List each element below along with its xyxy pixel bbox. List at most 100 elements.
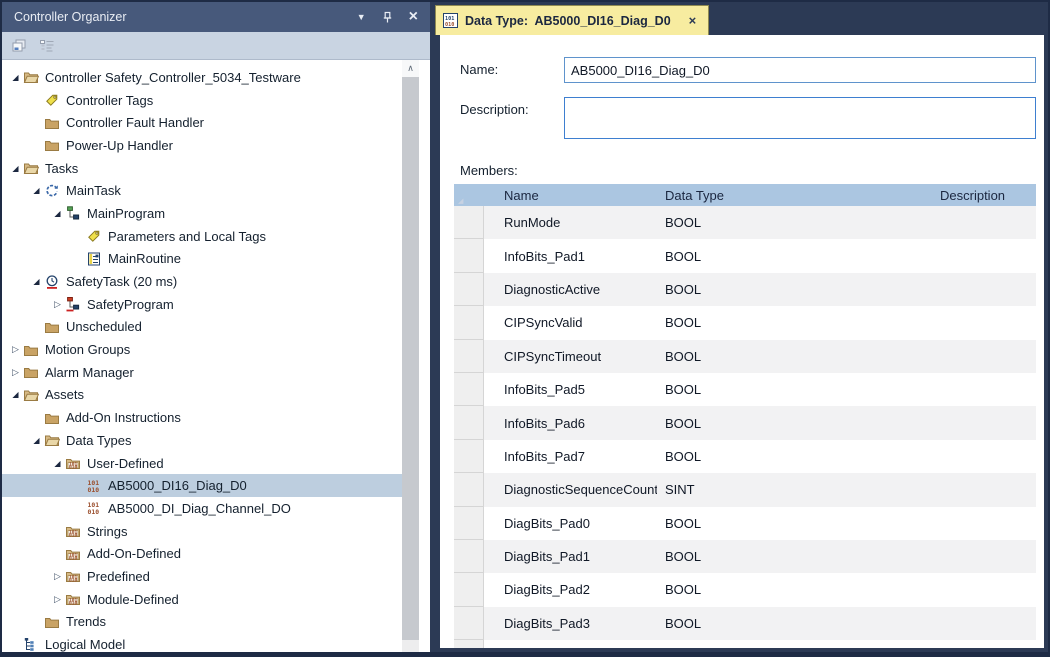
tree-item[interactable]: Controller Tags <box>2 89 402 112</box>
member-name-cell[interactable]: CIPSyncTimeout <box>484 349 657 364</box>
tree-expander-icon[interactable]: ▷ <box>8 344 23 355</box>
tree-item[interactable]: ▷101010Module-Defined <box>2 588 402 611</box>
row-selector-cell[interactable] <box>454 473 484 506</box>
tree-item[interactable]: ▷Motion Groups <box>2 338 402 361</box>
row-selector-cell[interactable] <box>454 206 484 239</box>
column-header-description[interactable]: Description <box>932 188 1036 203</box>
tree-expander-icon[interactable]: ◢ <box>50 459 65 468</box>
row-selector-cell[interactable] <box>454 406 484 439</box>
tree-item[interactable]: Trends <box>2 611 402 634</box>
window-menu-caret-icon[interactable]: ▼ <box>357 12 366 22</box>
member-row[interactable]: RunModeBOOL <box>454 206 1036 239</box>
row-selector-cell[interactable] <box>454 239 484 272</box>
member-name-cell[interactable]: DiagnosticActive <box>484 282 657 297</box>
tree-item[interactable]: Logical Model <box>2 633 402 652</box>
tree-item[interactable]: Unscheduled <box>2 316 402 339</box>
member-name-cell[interactable]: DiagBits_Pad0 <box>484 516 657 531</box>
member-name-cell[interactable]: DiagnosticSequenceCount <box>484 482 657 497</box>
member-name-cell[interactable]: InfoBits_Pad6 <box>484 416 657 431</box>
member-name-cell[interactable]: InfoBits_Pad7 <box>484 449 657 464</box>
member-datatype-cell[interactable]: BOOL <box>657 616 932 631</box>
tree-expander-icon[interactable]: ◢ <box>8 164 23 173</box>
tree-expander-icon[interactable]: ◢ <box>29 436 44 445</box>
tree-item[interactable]: 101010AB5000_DI_Diag_Channel_DO <box>2 497 402 520</box>
tree-expander-icon[interactable]: ▷ <box>50 299 65 310</box>
tree-item[interactable]: Power-Up Handler <box>2 134 402 157</box>
member-name-cell[interactable]: RunMode <box>484 215 657 230</box>
member-datatype-cell[interactable]: BOOL <box>657 382 932 397</box>
tree-item[interactable]: Add-On Instructions <box>2 406 402 429</box>
tree-scrollbar[interactable]: ∧ <box>402 60 419 652</box>
tree-item[interactable]: ◢MainTask <box>2 179 402 202</box>
row-selector-cell[interactable] <box>454 340 484 373</box>
member-datatype-cell[interactable]: BOOL <box>657 516 932 531</box>
column-header-datatype[interactable]: Data Type <box>657 188 932 203</box>
member-row[interactable]: InfoBits_Pad5BOOL <box>454 373 1036 406</box>
tree-item[interactable]: ◢Controller Safety_Controller_5034_Testw… <box>2 66 402 89</box>
tree-item[interactable]: MainRoutine <box>2 248 402 271</box>
tree-item[interactable]: ◢MainProgram <box>2 202 402 225</box>
tree-item[interactable]: ◢Data Types <box>2 429 402 452</box>
member-row[interactable]: DiagnosticSequenceCountSINT <box>454 473 1036 506</box>
tree-item[interactable]: ◢101010User-Defined <box>2 452 402 475</box>
row-selector-cell[interactable] <box>454 306 484 339</box>
tree-expander-icon[interactable]: ◢ <box>50 209 65 218</box>
member-datatype-cell[interactable]: BOOL <box>657 549 932 564</box>
member-datatype-cell[interactable]: BOOL <box>657 215 932 230</box>
member-datatype-cell[interactable]: BOOL <box>657 315 932 330</box>
row-selector-cell[interactable] <box>454 540 484 573</box>
member-name-cell[interactable]: CIPSyncValid <box>484 315 657 330</box>
tree-expander-icon[interactable]: ▷ <box>50 594 65 605</box>
scroll-up-icon[interactable]: ∧ <box>402 60 419 77</box>
tree-item[interactable]: ◢Assets <box>2 384 402 407</box>
member-row[interactable]: CIPSyncTimeoutBOOL <box>454 340 1036 373</box>
member-datatype-cell[interactable]: BOOL <box>657 416 932 431</box>
row-selector-cell[interactable] <box>454 607 484 640</box>
tree-expander-icon[interactable]: ◢ <box>29 277 44 286</box>
tree-item[interactable]: ▷SafetyProgram <box>2 293 402 316</box>
tree-item[interactable]: 101010Strings <box>2 520 402 543</box>
tree-expander-icon[interactable]: ◢ <box>8 73 23 82</box>
member-row[interactable]: InfoBits_Pad1BOOL <box>454 239 1036 272</box>
member-row[interactable]: CIPSyncValidBOOL <box>454 306 1036 339</box>
tree-item[interactable]: ◢Tasks <box>2 157 402 180</box>
grid-corner-cell[interactable]: ◢ <box>454 184 484 206</box>
tree-expander-icon[interactable]: ◢ <box>29 186 44 195</box>
display-options-icon[interactable] <box>38 37 56 55</box>
tree-expander-icon[interactable]: ▷ <box>50 571 65 582</box>
tree-item[interactable]: 101010AB5000_DI16_Diag_D0 <box>2 474 402 497</box>
member-row[interactable]: DiagnosticActiveBOOL <box>454 273 1036 306</box>
member-name-cell[interactable]: DiagBits_Pad1 <box>484 549 657 564</box>
member-name-cell[interactable]: DiagBits_Pad3 <box>484 616 657 631</box>
tree-item[interactable]: Controller Fault Handler <box>2 111 402 134</box>
tree-expander-icon[interactable]: ◢ <box>8 390 23 399</box>
row-selector-cell[interactable] <box>454 373 484 406</box>
auto-hide-pin-icon[interactable] <box>381 11 394 24</box>
member-datatype-cell[interactable]: BOOL <box>657 349 932 364</box>
member-name-cell[interactable]: InfoBits_Pad5 <box>484 382 657 397</box>
member-row[interactable]: InfoBits_Pad6BOOL <box>454 406 1036 439</box>
tree-expander-icon[interactable]: ▷ <box>8 367 23 378</box>
member-datatype-cell[interactable]: BOOL <box>657 449 932 464</box>
tree-item[interactable]: ▷101010Predefined <box>2 565 402 588</box>
description-input[interactable] <box>564 97 1036 139</box>
stacked-windows-icon[interactable] <box>10 37 28 55</box>
member-datatype-cell[interactable]: BOOL <box>657 582 932 597</box>
row-selector-cell[interactable] <box>454 507 484 540</box>
empty-member-row[interactable] <box>454 640 1036 648</box>
row-selector-cell[interactable] <box>454 440 484 473</box>
column-header-name[interactable]: Name <box>484 188 657 203</box>
row-selector-cell[interactable] <box>454 573 484 606</box>
scrollbar-thumb[interactable] <box>402 77 419 640</box>
member-row[interactable]: DiagBits_Pad0BOOL <box>454 507 1036 540</box>
tab-data-type[interactable]: 101010 Data Type: AB5000_DI16_Diag_D0 × <box>435 5 709 35</box>
member-datatype-cell[interactable]: SINT <box>657 482 932 497</box>
tree-item[interactable]: ▷Alarm Manager <box>2 361 402 384</box>
tree-item[interactable]: Parameters and Local Tags <box>2 225 402 248</box>
row-selector-cell[interactable] <box>454 640 484 648</box>
tree-item[interactable]: 101010Add-On-Defined <box>2 542 402 565</box>
close-icon[interactable]: × <box>409 9 418 25</box>
tab-close-icon[interactable]: × <box>689 14 697 27</box>
member-row[interactable]: InfoBits_Pad7BOOL <box>454 440 1036 473</box>
name-input[interactable] <box>564 57 1036 83</box>
